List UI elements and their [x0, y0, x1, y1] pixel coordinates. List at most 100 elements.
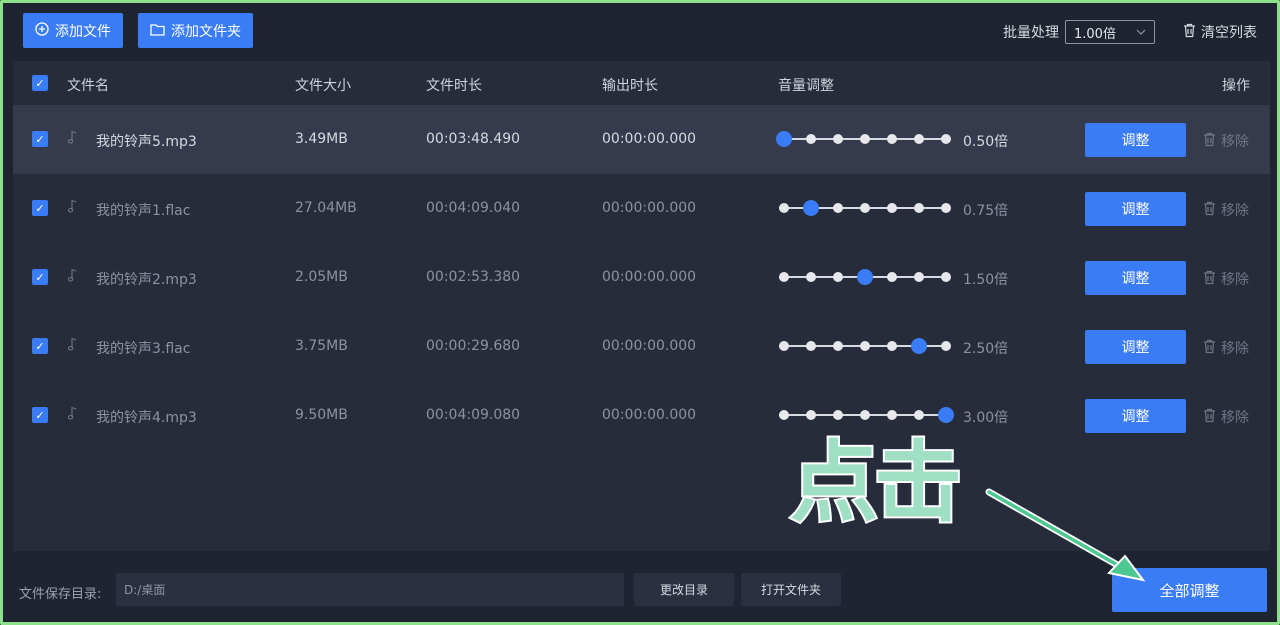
output-duration: 00:00:00.000 [602, 200, 697, 216]
header-size: 文件大小 [295, 78, 351, 94]
remove-label: 移除 [1221, 203, 1249, 219]
slider-step[interactable] [806, 134, 816, 144]
slider-step[interactable] [860, 341, 870, 351]
slider-step[interactable] [914, 203, 924, 213]
table-row[interactable]: ✓ 我的铃声2.mp3 2.05MB 00:02:53.380 00:00:00.000… [13, 243, 1270, 312]
file-name: 我的铃声2.mp3 [96, 272, 197, 288]
slider-step[interactable] [833, 134, 843, 144]
slider-step[interactable] [806, 341, 816, 351]
remove-button[interactable]: 移除 [1203, 131, 1249, 151]
slider-handle[interactable] [803, 200, 819, 216]
change-dir-button[interactable]: 更改目录 [634, 573, 734, 606]
slider-step[interactable] [806, 410, 816, 420]
row-checkbox[interactable]: ✓ [32, 200, 48, 216]
slider-step[interactable] [887, 272, 897, 282]
slider-handle[interactable] [857, 269, 873, 285]
add-folder-label: 添加文件夹 [171, 23, 241, 40]
batch-select[interactable]: 1.00倍 [1065, 20, 1155, 44]
trash-icon [1203, 201, 1216, 220]
remove-button[interactable]: 移除 [1203, 269, 1249, 289]
slider-step[interactable] [941, 272, 951, 282]
remove-button[interactable]: 移除 [1203, 407, 1249, 427]
table-row[interactable]: ✓ 我的铃声3.flac 3.75MB 00:00:29.680 00:00:00.00… [13, 312, 1270, 381]
slider-step[interactable] [833, 203, 843, 213]
slider-step[interactable] [833, 272, 843, 282]
adjust-button[interactable]: 调整 [1085, 261, 1186, 295]
volume-slider[interactable] [773, 338, 953, 354]
clear-list-label: 清空列表 [1201, 25, 1257, 41]
slider-step[interactable] [860, 134, 870, 144]
header-name: 文件名 [67, 78, 109, 94]
adjust-button[interactable]: 调整 [1085, 399, 1186, 433]
file-duration: 00:04:09.040 [426, 200, 521, 216]
slider-step[interactable] [887, 134, 897, 144]
remove-button[interactable]: 移除 [1203, 338, 1249, 358]
adjust-button[interactable]: 调整 [1085, 330, 1186, 364]
trash-icon [1203, 270, 1216, 289]
slider-step[interactable] [833, 341, 843, 351]
slider-step[interactable] [779, 341, 789, 351]
slider-step[interactable] [914, 410, 924, 420]
remove-label: 移除 [1221, 134, 1249, 150]
table-row[interactable]: ✓ 我的铃声4.mp3 9.50MB 00:04:09.080 00:00:00.000… [13, 381, 1270, 450]
slider-handle[interactable] [938, 407, 954, 423]
file-size: 9.50MB [295, 407, 348, 423]
slider-handle[interactable] [776, 131, 792, 147]
output-duration: 00:00:00.000 [602, 338, 697, 354]
slider-step[interactable] [941, 341, 951, 351]
open-folder-button[interactable]: 打开文件夹 [741, 573, 841, 606]
row-checkbox[interactable]: ✓ [32, 131, 48, 147]
header-output: 输出时长 [602, 78, 658, 94]
row-checkbox[interactable]: ✓ [32, 269, 48, 285]
file-table: ✓ 文件名 文件大小 文件时长 输出时长 音量调整 操作 ✓ 我的铃声5.mp3 3… [13, 61, 1270, 551]
slider-step[interactable] [914, 134, 924, 144]
slider-step[interactable] [914, 272, 924, 282]
save-path-input[interactable] [116, 573, 624, 606]
row-checkbox[interactable]: ✓ [32, 338, 48, 354]
volume-slider[interactable] [773, 269, 953, 285]
table-header: ✓ 文件名 文件大小 文件时长 输出时长 音量调整 操作 [13, 61, 1270, 105]
toolbar: 添加文件 添加文件夹 批量处理 1.00倍 清空列表 [3, 3, 1277, 61]
save-dir-label: 文件保存目录: [19, 587, 102, 602]
slider-handle[interactable] [911, 338, 927, 354]
music-note-icon [67, 130, 78, 148]
row-checkbox[interactable]: ✓ [32, 407, 48, 423]
music-note-icon [67, 406, 78, 424]
volume-multiplier: 0.50倍 [963, 134, 1009, 150]
remove-button[interactable]: 移除 [1203, 200, 1249, 220]
slider-step[interactable] [779, 410, 789, 420]
table-row[interactable]: ✓ 我的铃声1.flac 27.04MB 00:04:09.040 00:00:00.0… [13, 174, 1270, 243]
table-row[interactable]: ✓ 我的铃声5.mp3 3.49MB 00:03:48.490 00:00:00.000… [13, 105, 1270, 174]
file-size: 3.49MB [295, 131, 348, 147]
batch-label: 批量处理 [1003, 25, 1059, 41]
slider-step[interactable] [860, 203, 870, 213]
volume-slider[interactable] [773, 200, 953, 216]
slider-step[interactable] [833, 410, 843, 420]
output-duration: 00:00:00.000 [602, 407, 697, 423]
music-note-icon [67, 199, 78, 217]
trash-icon [1203, 408, 1216, 427]
slider-step[interactable] [806, 272, 816, 282]
file-name: 我的铃声3.flac [96, 341, 191, 357]
volume-slider[interactable] [773, 407, 954, 423]
slider-step[interactable] [941, 203, 951, 213]
add-folder-button[interactable]: 添加文件夹 [138, 13, 253, 48]
file-duration: 00:00:29.680 [426, 338, 521, 354]
adjust-button[interactable]: 调整 [1085, 123, 1186, 157]
slider-step[interactable] [941, 134, 951, 144]
adjust-all-button[interactable]: 全部调整 [1112, 568, 1267, 612]
slider-step[interactable] [779, 203, 789, 213]
remove-label: 移除 [1221, 410, 1249, 426]
slider-step[interactable] [887, 410, 897, 420]
slider-step[interactable] [887, 341, 897, 351]
slider-step[interactable] [860, 410, 870, 420]
remove-label: 移除 [1221, 272, 1249, 288]
adjust-button[interactable]: 调整 [1085, 192, 1186, 226]
slider-step[interactable] [887, 203, 897, 213]
slider-step[interactable] [779, 272, 789, 282]
add-file-button[interactable]: 添加文件 [23, 13, 123, 48]
select-all-checkbox[interactable]: ✓ [32, 75, 48, 91]
trash-icon [1203, 339, 1216, 358]
clear-list-button[interactable]: 清空列表 [1183, 22, 1257, 42]
volume-slider[interactable] [773, 131, 953, 147]
